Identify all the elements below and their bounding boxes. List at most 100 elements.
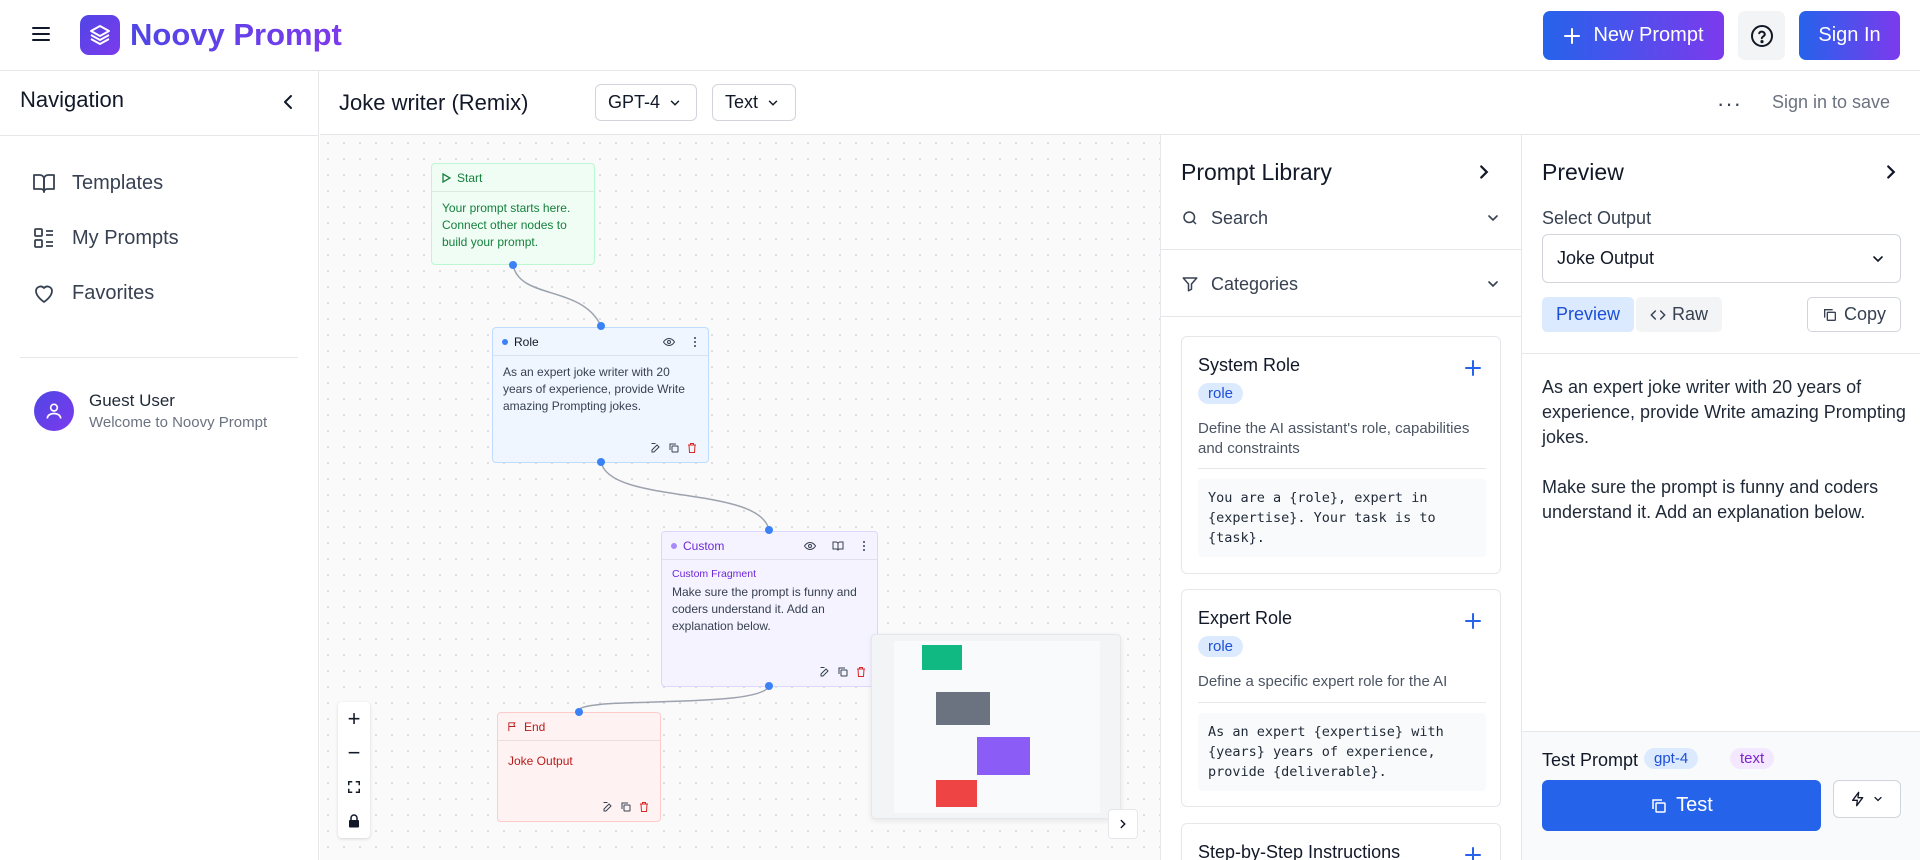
- app-name[interactable]: Noovy Prompt: [130, 16, 342, 54]
- duplicate-icon[interactable]: [837, 666, 849, 678]
- layers-icon: [90, 25, 110, 45]
- sign-in-to-save-link[interactable]: Sign in to save: [1772, 92, 1890, 113]
- edit-icon[interactable]: [602, 801, 614, 813]
- drag-handle-icon[interactable]: [691, 336, 699, 348]
- eye-icon[interactable]: [663, 336, 675, 348]
- end-node-header: End: [498, 713, 660, 741]
- role-node[interactable]: Role As an expert joke writer with 20 ye…: [492, 327, 709, 463]
- add-icon[interactable]: [1464, 846, 1482, 860]
- fit-view-button[interactable]: [338, 770, 370, 804]
- sidebar-item-my-prompts[interactable]: My Prompts: [32, 223, 179, 253]
- custom-node[interactable]: Custom Custom Fragment Make sure the pro…: [661, 531, 878, 687]
- library-categories[interactable]: Categories: [1161, 263, 1521, 305]
- card-description: Define the AI assistant's role, capabili…: [1198, 420, 1470, 457]
- sidebar-item-favorites[interactable]: Favorites: [32, 278, 154, 308]
- library-search[interactable]: Search: [1161, 197, 1521, 239]
- search-icon: [1183, 211, 1197, 225]
- chevron-right-icon[interactable]: [1473, 161, 1495, 183]
- sign-in-button[interactable]: Sign In: [1799, 11, 1900, 60]
- select-output-label: Select Output: [1542, 208, 1652, 228]
- role-node-tools: [650, 442, 698, 454]
- prompt-title[interactable]: Joke writer (Remix): [339, 90, 528, 116]
- add-icon[interactable]: [1464, 612, 1482, 630]
- category-badge: role: [1198, 636, 1244, 657]
- tab-preview[interactable]: Preview: [1542, 297, 1635, 332]
- end-input-handle[interactable]: [575, 708, 583, 716]
- test-options-button[interactable]: [1833, 780, 1901, 818]
- navigation-title: Navigation: [20, 87, 124, 112]
- card-title: Expert Role: [1198, 608, 1293, 628]
- chevron-down-icon: [670, 100, 680, 106]
- drag-handle-icon[interactable]: [860, 540, 868, 552]
- card-divider: [1198, 702, 1486, 703]
- format-select-value: Text: [725, 92, 759, 112]
- copy-icon: [1823, 308, 1836, 321]
- edit-icon[interactable]: [650, 442, 662, 454]
- chevron-right-icon[interactable]: [1880, 161, 1902, 183]
- card-code: As an expert {expertise} with {years} ye…: [1198, 713, 1486, 791]
- minimap[interactable]: [871, 634, 1121, 819]
- more-options-button[interactable]: ···: [1717, 91, 1742, 117]
- card-divider: [1198, 468, 1486, 469]
- card-title: Step-by-Step Instructions: [1198, 842, 1401, 860]
- format-select[interactable]: Text: [712, 84, 796, 121]
- user-subtitle: Welcome to Noovy Prompt: [89, 414, 268, 431]
- flag-icon: [508, 722, 516, 732]
- library-card-system-role[interactable]: System Role role Define the AI assistant…: [1181, 336, 1501, 574]
- test-prompt-label: Test Prompt: [1542, 750, 1639, 770]
- duplicate-icon[interactable]: [620, 801, 632, 813]
- help-button[interactable]: [1738, 11, 1785, 60]
- avatar[interactable]: [34, 391, 74, 431]
- trash-icon[interactable]: [638, 801, 650, 813]
- start-node-title: Start: [457, 170, 483, 185]
- add-icon[interactable]: [1464, 359, 1482, 377]
- menu-icon[interactable]: [30, 24, 54, 44]
- library-card-step-by-step[interactable]: Step-by-Step Instructions: [1181, 823, 1501, 860]
- library-divider: [1161, 249, 1521, 250]
- end-node[interactable]: End Joke Output: [497, 712, 661, 822]
- model-tag: gpt-4: [1644, 748, 1699, 769]
- model-select-value: GPT-4: [608, 92, 661, 112]
- start-node[interactable]: Start Your prompt starts here. Connect o…: [431, 163, 595, 265]
- copy-button[interactable]: Copy: [1807, 297, 1901, 332]
- user-icon: [46, 403, 62, 419]
- zoom-in-button[interactable]: +: [338, 702, 370, 736]
- custom-input-handle[interactable]: [765, 526, 773, 534]
- trash-icon[interactable]: [855, 666, 867, 678]
- tab-raw[interactable]: Raw: [1636, 297, 1723, 332]
- edit-icon[interactable]: [819, 666, 831, 678]
- flow-canvas[interactable]: Start Your prompt starts here. Connect o…: [320, 135, 1160, 860]
- book-icon[interactable]: [832, 540, 844, 552]
- role-output-handle[interactable]: [597, 458, 605, 466]
- lock-button[interactable]: [338, 804, 370, 838]
- code-icon: [1650, 309, 1666, 320]
- custom-output-handle[interactable]: [765, 682, 773, 690]
- prompt-library-panel: Prompt Library Search Categories System …: [1160, 135, 1521, 860]
- chevron-right-icon: [1120, 819, 1126, 829]
- categories-label: Categories: [1211, 273, 1299, 294]
- test-button[interactable]: Test: [1542, 780, 1821, 831]
- new-prompt-button[interactable]: New Prompt: [1543, 11, 1724, 60]
- test-button-label: Test: [1676, 794, 1713, 816]
- chevron-left-icon[interactable]: [276, 90, 300, 114]
- role-input-handle[interactable]: [597, 322, 605, 330]
- preview-panel: Preview Select Output Joke Output Previe…: [1521, 135, 1920, 860]
- library-card-expert-role[interactable]: Expert Role role Define a specific exper…: [1181, 589, 1501, 807]
- duplicate-icon[interactable]: [668, 442, 680, 454]
- start-output-handle[interactable]: [509, 261, 517, 269]
- sidebar-item-label: Templates: [72, 171, 164, 194]
- minimap-toggle-button[interactable]: [1108, 809, 1138, 839]
- custom-dot-icon: [671, 542, 677, 549]
- eye-icon[interactable]: [804, 540, 816, 552]
- user-name: Guest User: [89, 391, 175, 410]
- trash-icon[interactable]: [686, 442, 698, 454]
- new-prompt-label: New Prompt: [1593, 24, 1704, 46]
- zoom-out-button[interactable]: −: [338, 736, 370, 770]
- output-select[interactable]: Joke Output: [1542, 234, 1901, 283]
- plus-icon: [1564, 27, 1581, 44]
- sidebar-item-templates[interactable]: Templates: [32, 168, 163, 198]
- navigation-header: Navigation: [0, 71, 318, 136]
- app-logo[interactable]: [80, 15, 120, 55]
- role-node-header: Role: [493, 328, 708, 356]
- model-select[interactable]: GPT-4: [595, 84, 697, 121]
